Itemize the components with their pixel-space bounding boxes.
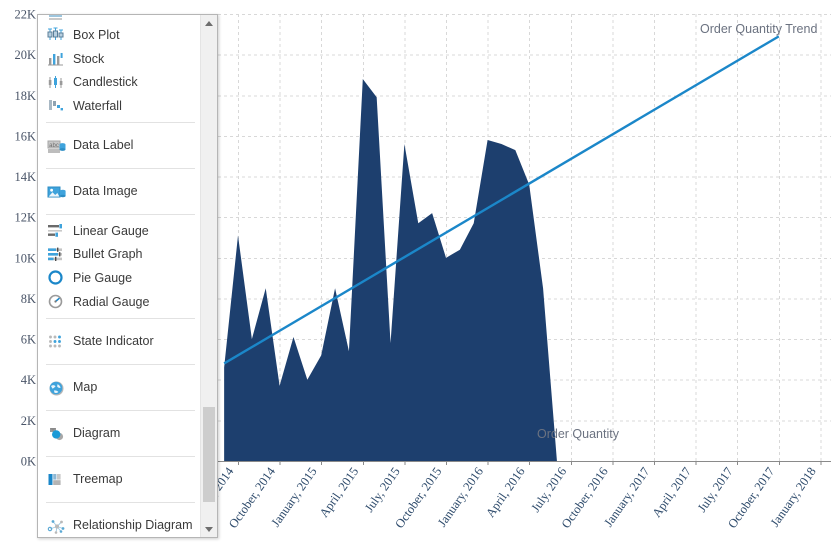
- menu-item-label: Candlestick: [73, 75, 138, 90]
- menu-item-label: Bullet Graph: [73, 247, 143, 262]
- triangle-down-icon: [205, 526, 213, 532]
- menu-item-treemap[interactable]: Treemap: [38, 461, 201, 498]
- linear-gauge-icon: [47, 222, 64, 239]
- menu-item-label: Treemap: [73, 472, 123, 486]
- y-axis-tick-label: 16K: [14, 129, 36, 143]
- menu-item-label: Diagram: [73, 426, 121, 440]
- scroll-down-arrow-icon[interactable]: [201, 521, 217, 537]
- menu-separator: [46, 363, 195, 365]
- scroll-up-arrow-icon[interactable]: [201, 15, 217, 31]
- radial-gauge-icon: [47, 293, 64, 310]
- x-axis-tick-label: April, 2017: [650, 465, 695, 520]
- series-label-order-quantity: Order Quantity: [537, 427, 620, 441]
- menu-item-label: Box Plot: [73, 27, 120, 42]
- map-icon: [47, 379, 64, 396]
- data-image-icon: [47, 183, 66, 200]
- menu-item-label: Map: [73, 380, 98, 394]
- menu-item-pie-gauge[interactable]: Pie Gauge: [38, 266, 201, 290]
- candlestick-icon: [47, 74, 64, 91]
- bullet-graph-icon: [47, 246, 64, 263]
- svg-text:abc: abc: [49, 143, 59, 149]
- y-axis-tick-label: 20K: [14, 48, 36, 62]
- menu-item-relationship-diagram[interactable]: Relationship Diagram: [38, 507, 201, 538]
- menu-item-label: Linear Gauge: [73, 223, 149, 238]
- triangle-up-icon: [205, 20, 213, 26]
- menu-item-state-indicator[interactable]: State Indicator: [38, 323, 201, 360]
- pie-gauge-icon: [47, 269, 64, 286]
- menu-item-label: Data Image: [73, 184, 138, 199]
- menu-separator: [46, 317, 195, 319]
- menu-scroll-area[interactable]: Box Plot Stock Candlestick Waterfall abc…: [38, 15, 201, 537]
- y-axis-tick-label: 4K: [21, 373, 36, 387]
- waterfall-icon: [47, 97, 64, 114]
- menu-item-label: Waterfall: [73, 98, 122, 113]
- menu-item-waterfall[interactable]: Waterfall: [38, 94, 201, 118]
- relationship-diagram-icon: [47, 517, 65, 534]
- menu-separator: [46, 409, 195, 411]
- stock-icon: [47, 50, 64, 67]
- menu-item-partially-scrolled[interactable]: [38, 15, 201, 23]
- menu-item-diagram[interactable]: Diagram: [38, 415, 201, 452]
- chart-element-context-menu[interactable]: Box Plot Stock Candlestick Waterfall abc…: [37, 14, 218, 538]
- menu-item-stock[interactable]: Stock: [38, 47, 201, 71]
- treemap-icon: [47, 471, 64, 488]
- y-axis-tick-label: 18K: [14, 89, 36, 103]
- menu-item-box-plot[interactable]: Box Plot: [38, 23, 201, 47]
- box-plot-icon: [47, 26, 64, 43]
- x-axis-tick-label: July, 2015: [362, 465, 403, 515]
- menu-item-data-label[interactable]: abc Data Label: [38, 127, 201, 164]
- menu-separator: [46, 213, 195, 215]
- y-axis-tick-label: 12K: [14, 211, 36, 225]
- menu-item-data-image[interactable]: Data Image: [38, 173, 201, 210]
- y-axis-tick-label: 10K: [14, 251, 36, 265]
- y-axis-tick-label: 0K: [21, 455, 36, 469]
- menu-item-label: Stock: [73, 51, 105, 66]
- x-axis-tick-label: July, 2016: [528, 465, 569, 515]
- y-axis-tick-label: 14K: [14, 170, 36, 184]
- menu-item-label: Radial Gauge: [73, 294, 150, 309]
- menu-item-label: Pie Gauge: [73, 270, 133, 285]
- menu-item-bullet-graph[interactable]: Bullet Graph: [38, 242, 201, 266]
- menu-scrollbar[interactable]: [200, 15, 217, 537]
- menu-item-label: State Indicator: [73, 334, 154, 348]
- menu-separator: [46, 167, 195, 169]
- x-axis-tick-label: April, 2015: [317, 465, 362, 520]
- menu-item-candlestick[interactable]: Candlestick: [38, 70, 201, 94]
- scrollbar-thumb[interactable]: [203, 407, 215, 502]
- diagram-icon: [47, 425, 64, 442]
- x-axis-tick-label: April, 2016: [483, 465, 528, 520]
- y-axis-tick-label: 22K: [14, 8, 36, 22]
- menu-item-label: Relationship Diagram: [73, 518, 193, 532]
- y-axis-tick-label: 8K: [21, 292, 36, 306]
- menu-item-radial-gauge[interactable]: Radial Gauge: [38, 290, 201, 314]
- x-axis-ticks: July, 2014October, 2014January, 2015Apri…: [196, 461, 822, 531]
- menu-item-linear-gauge[interactable]: Linear Gauge: [38, 219, 201, 243]
- menu-separator: [46, 121, 195, 123]
- menu-separator: [46, 501, 195, 503]
- menu-item-map[interactable]: Map: [38, 369, 201, 406]
- x-axis-tick-label: July, 2017: [695, 465, 736, 515]
- menu-item-label: Data Label: [73, 138, 134, 153]
- series-label-order-quantity-trend: Order Quantity Trend: [700, 22, 817, 36]
- data-label-icon: abc: [47, 137, 66, 154]
- menu-separator: [46, 455, 195, 457]
- state-indicator-icon: [47, 333, 64, 350]
- y-axis-tick-label: 6K: [21, 333, 36, 347]
- y-axis-tick-label: 2K: [21, 414, 36, 428]
